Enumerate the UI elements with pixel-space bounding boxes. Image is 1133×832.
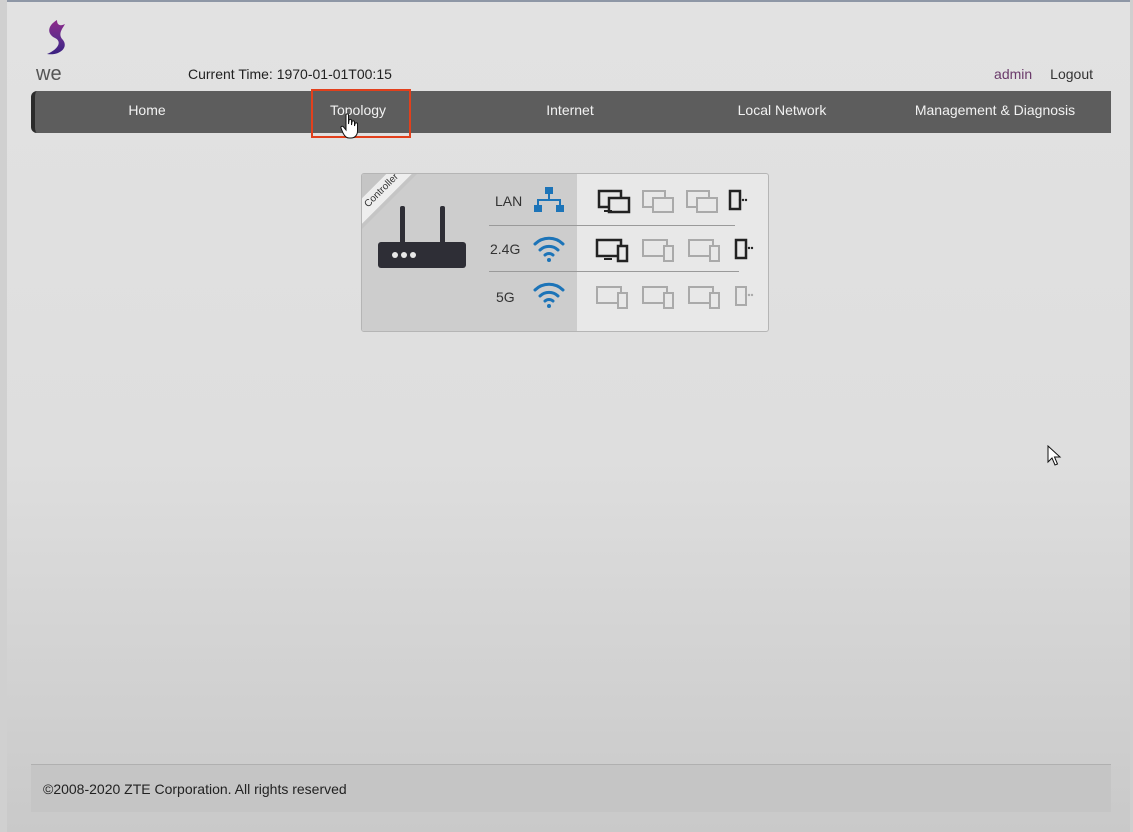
window-top-border [0, 0, 1133, 2]
logo-text: we [35, 63, 62, 84]
row-divider [489, 271, 739, 272]
device-computer-icon[interactable] [640, 188, 676, 216]
row-divider [489, 225, 735, 226]
hand-cursor-icon [340, 113, 358, 139]
device-computer-icon[interactable] [596, 188, 632, 216]
band-label-5g: 5G [496, 289, 515, 305]
main-nav: Home Topology Internet Local Network Man… [31, 91, 1111, 133]
arrow-cursor-icon [1047, 445, 1062, 466]
router-icon[interactable] [376, 206, 468, 272]
user-links: admin Logout [994, 66, 1093, 82]
device-more-icon[interactable] [734, 236, 756, 264]
nav-internet[interactable]: Internet [520, 91, 620, 133]
footer: ©2008-2020 ZTE Corporation. All rights r… [31, 764, 1111, 812]
copyright-text: ©2008-2020 ZTE Corporation. All rights r… [43, 781, 347, 797]
device-computer-icon[interactable] [684, 188, 720, 216]
lan-network-icon [534, 187, 564, 212]
device-desktop-phone-icon[interactable] [686, 283, 722, 311]
device-more-icon[interactable] [728, 188, 750, 216]
device-desktop-phone-icon[interactable] [640, 236, 676, 264]
band-label-lan: LAN [495, 193, 523, 209]
device-desktop-phone-icon[interactable] [686, 236, 722, 264]
topology-panel: Controller LAN 2.4G 5G [361, 173, 769, 332]
logout-link[interactable]: Logout [1050, 66, 1093, 82]
wifi-5g-icon [533, 282, 565, 308]
current-time: Current Time: 1970-01-01T00:15 [188, 66, 392, 82]
device-desktop-phone-icon[interactable] [594, 283, 630, 311]
device-desktop-phone-icon[interactable] [640, 283, 676, 311]
device-desktop-phone-icon[interactable] [594, 236, 630, 264]
we-logo: we [35, 20, 65, 84]
device-more-icon[interactable] [734, 283, 756, 311]
nav-management-diagnosis[interactable]: Management & Diagnosis [900, 91, 1090, 133]
window-left-border [0, 0, 7, 832]
admin-link[interactable]: admin [994, 66, 1032, 82]
nav-local-network[interactable]: Local Network [717, 91, 847, 133]
nav-home[interactable]: Home [97, 91, 197, 133]
wifi-24g-icon [533, 236, 565, 262]
band-label-24g: 2.4G [490, 241, 521, 257]
